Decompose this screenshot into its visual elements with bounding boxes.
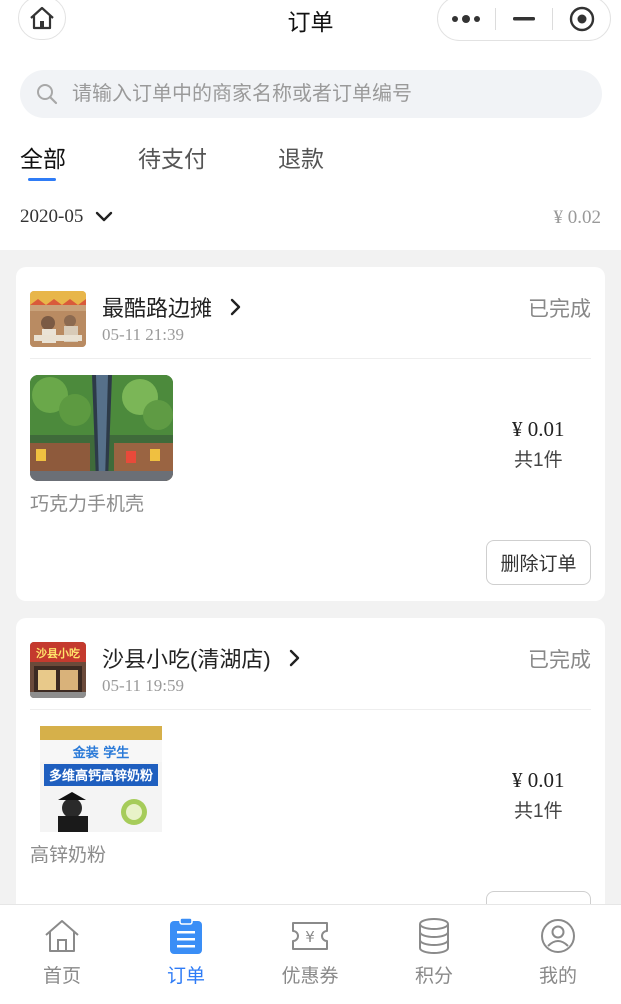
tabbar-item-orders[interactable]: 订单: [136, 915, 236, 988]
order-time: 05-11 19:59: [102, 676, 185, 695]
order-quantity: 共1件: [514, 450, 563, 471]
tabbar-item-home[interactable]: 首页: [12, 915, 112, 988]
profile-icon: [541, 919, 575, 953]
tab-pending-payment[interactable]: 待支付: [138, 140, 207, 174]
minimize-icon: [513, 16, 535, 20]
order-status: 已完成: [528, 298, 591, 321]
tab-all[interactable]: 全部: [20, 140, 66, 174]
tabbar-label: 首页: [42, 966, 81, 987]
order-time: 05-11 21:39: [102, 325, 185, 344]
order-price: ¥ 0.01: [512, 417, 565, 441]
order-icon: [170, 917, 202, 954]
order-card: 沙县小吃 沙县小吃(清湖店) 05-11 19:59 已完成 金装 学生 多维高…: [16, 618, 605, 952]
coupon-icon: ¥: [292, 922, 328, 950]
shop-name: 沙县小吃(清湖店): [102, 647, 271, 672]
top-area: 订单 全部 待支付 退款 2020-05: [0, 0, 621, 250]
search-input[interactable]: [72, 82, 552, 106]
bottom-tab-bar: 首页 订单 ¥ 优惠券 积分 我的: [0, 904, 621, 1004]
month-total: ¥ 0.02: [553, 207, 602, 228]
month-filter-row: 2020-05 ¥ 0.02: [0, 200, 621, 234]
home-icon: [45, 920, 79, 952]
product-image[interactable]: [30, 375, 173, 481]
tabbar-label: 我的: [538, 966, 577, 987]
chevron-right-icon: [289, 649, 299, 667]
tabbar-item-coupons[interactable]: ¥ 优惠券: [260, 915, 360, 988]
minimize-button[interactable]: [496, 0, 553, 40]
product-name: 巧克力手机壳: [30, 494, 145, 515]
shop-name-link[interactable]: 最酷路边摊: [102, 291, 242, 323]
more-button[interactable]: [438, 0, 495, 40]
delete-order-button[interactable]: 删除订单: [486, 540, 591, 585]
order-price: ¥ 0.01: [512, 768, 565, 792]
product-brand-text: 金装 学生: [72, 745, 130, 761]
divider: [30, 358, 591, 359]
tab-refund[interactable]: 退款: [278, 140, 324, 174]
product-image[interactable]: 金装 学生 多维高钙高锌奶粉: [30, 726, 173, 832]
tabbar-label: 优惠券: [281, 966, 339, 987]
shop-thumbnail[interactable]: [30, 291, 86, 347]
order-status: 已完成: [528, 649, 591, 672]
tabbar-label: 积分: [414, 966, 453, 987]
product-line-text: 多维高钙高锌奶粉: [49, 768, 153, 784]
tabbar-item-points[interactable]: 积分: [384, 915, 484, 988]
chevron-down-icon: [96, 211, 113, 222]
search-icon: [37, 84, 58, 105]
target-icon: [569, 6, 594, 31]
order-tabs: 全部 待支付 退款: [0, 140, 621, 184]
points-icon: [419, 918, 449, 954]
capsule-menu: [437, 0, 611, 41]
svg-text:¥: ¥: [305, 928, 315, 946]
month-selector[interactable]: 2020-05: [20, 206, 113, 228]
chevron-right-icon: [230, 298, 241, 316]
search-bar[interactable]: [20, 70, 602, 118]
tabbar-label: 订单: [166, 966, 205, 987]
product-name: 高锌奶粉: [30, 845, 107, 866]
order-quantity: 共1件: [514, 801, 563, 822]
tabbar-item-profile[interactable]: 我的: [508, 915, 608, 988]
more-dots-icon: [452, 14, 481, 23]
shop-name: 最酷路边摊: [102, 296, 213, 321]
month-label: 2020-05: [20, 206, 84, 227]
divider: [30, 709, 591, 710]
order-card: 最酷路边摊 05-11 21:39 已完成 ¥ 0.01 共1件 巧克力手机壳 …: [16, 267, 605, 601]
shop-thumbnail[interactable]: 沙县小吃: [30, 642, 86, 698]
close-button[interactable]: [553, 0, 610, 40]
shop-sign-text: 沙县小吃: [36, 646, 80, 660]
shop-name-link[interactable]: 沙县小吃(清湖店): [102, 642, 301, 674]
tab-active-indicator: [28, 178, 56, 181]
